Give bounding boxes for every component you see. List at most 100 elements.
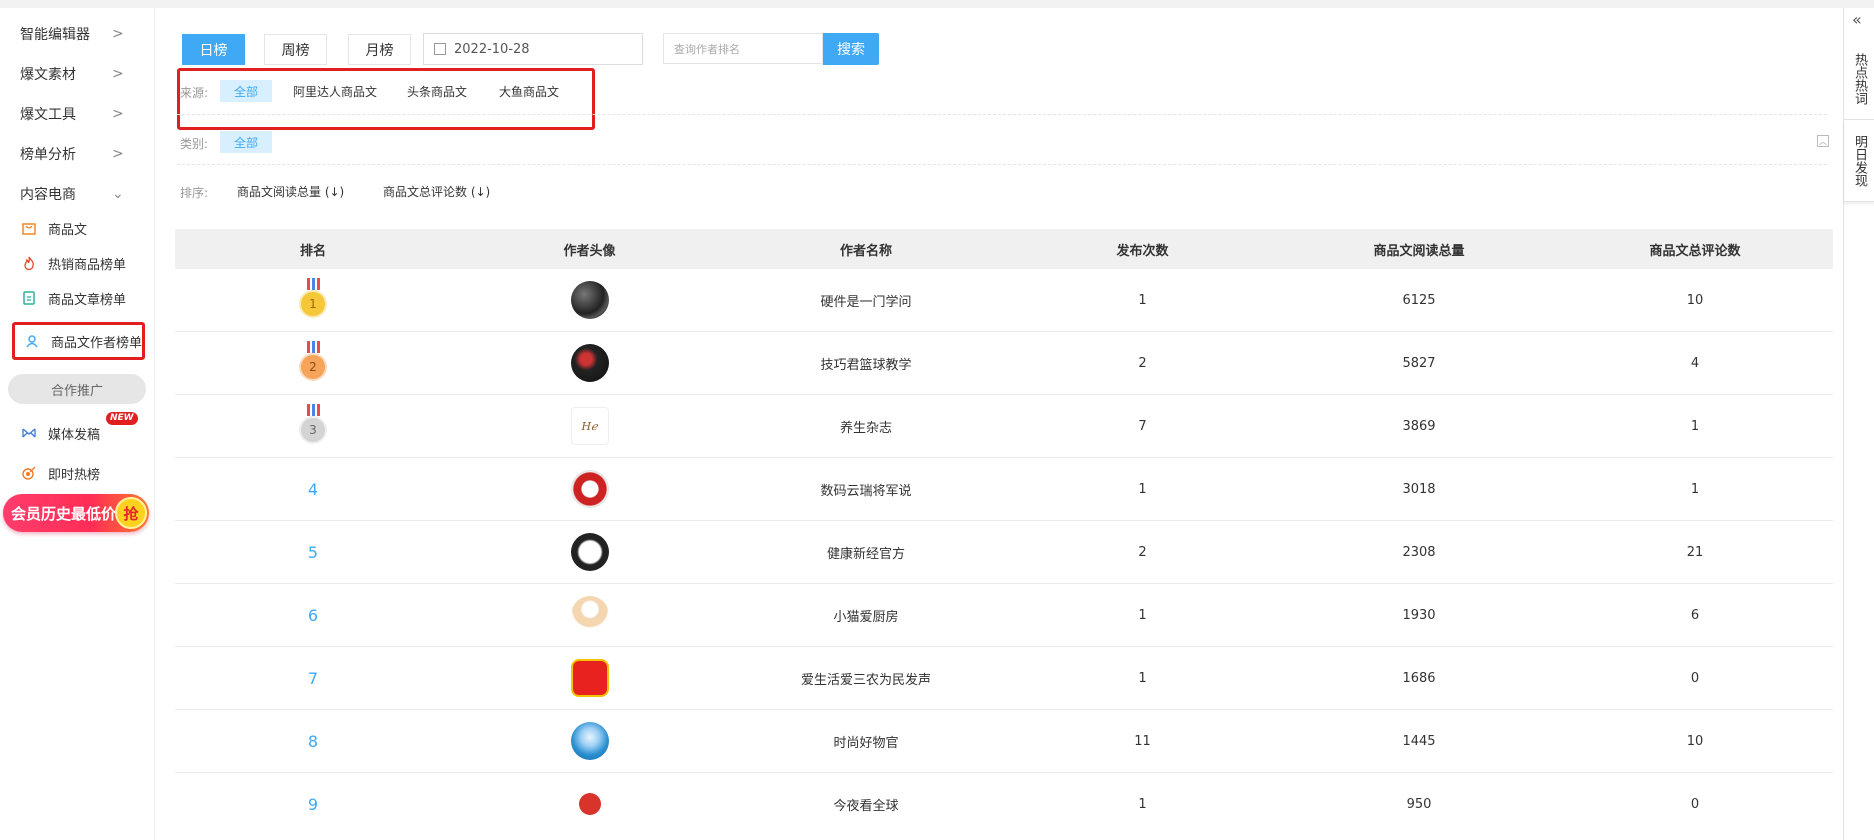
sidebar-menu-label: 内容电商 bbox=[20, 187, 76, 203]
bronze-medal-icon: 3 bbox=[298, 404, 328, 448]
col-posts: 发布次数 bbox=[1116, 243, 1169, 259]
post-count: 1 bbox=[1138, 292, 1147, 308]
read-total: 950 bbox=[1406, 796, 1432, 812]
sidebar-item-hot-products[interactable]: 热销商品榜单 bbox=[12, 246, 145, 280]
author-avatar[interactable]: Hℯ bbox=[570, 407, 609, 445]
sidebar-item-instant-hot[interactable]: 即时热榜 bbox=[12, 456, 145, 490]
author-name[interactable]: 时尚好物官 bbox=[728, 732, 1004, 751]
tab-daily[interactable]: 日榜 bbox=[182, 34, 245, 65]
comment-total: 0 bbox=[1690, 670, 1700, 686]
author-search-input[interactable]: 查询作者排名 bbox=[663, 33, 823, 64]
table-row: 8 时尚好物官 11 1445 10 bbox=[175, 710, 1833, 773]
collapse-rail-icon[interactable]: « bbox=[1852, 10, 1862, 29]
read-total: 2308 bbox=[1402, 544, 1436, 560]
target-icon bbox=[20, 464, 38, 482]
read-total: 5827 bbox=[1402, 355, 1436, 371]
post-count: 1 bbox=[1138, 670, 1147, 686]
author-name[interactable]: 技巧君篮球教学 bbox=[728, 354, 1004, 373]
author-name[interactable]: 小猫爱厨房 bbox=[728, 606, 1004, 625]
author-name[interactable]: 硬件是一门学问 bbox=[728, 291, 1004, 310]
rank-number: 3 bbox=[299, 416, 327, 444]
rank-number: 5 bbox=[307, 542, 319, 562]
sidebar-item-author-ranking[interactable]: 商品文作者榜单 bbox=[12, 322, 145, 360]
category-chip-all[interactable]: 全部 bbox=[220, 131, 273, 153]
table-row: 1 硬件是一门学问 1 6125 10 bbox=[175, 269, 1833, 332]
scroll-clip bbox=[155, 816, 1843, 840]
grab-badge: 抢 bbox=[115, 497, 147, 529]
sidebar-item-label: 媒体发稿 bbox=[48, 427, 101, 443]
author-name[interactable]: 数码云瑞将军说 bbox=[728, 480, 1004, 499]
read-total: 3869 bbox=[1402, 418, 1436, 434]
post-count: 7 bbox=[1138, 418, 1147, 434]
author-name[interactable]: 养生杂志 bbox=[728, 417, 1004, 436]
sidebar-menu-editor[interactable]: 智能编辑器 > bbox=[0, 16, 155, 52]
sidebar-menu-materials[interactable]: 爆文素材 > bbox=[0, 56, 155, 92]
author-avatar[interactable] bbox=[570, 470, 609, 508]
col-comments[interactable]: 商品文总评论数 bbox=[1557, 240, 1833, 259]
calendar-icon bbox=[434, 43, 446, 55]
table-row: 2 技巧君篮球教学 2 5827 4 bbox=[175, 332, 1833, 395]
comment-total: 10 bbox=[1686, 733, 1704, 749]
date-value: 2022-10-28 bbox=[454, 41, 530, 57]
divider bbox=[177, 114, 1827, 115]
col-rank: 排名 bbox=[299, 243, 326, 259]
rank-number: 2 bbox=[299, 353, 327, 381]
sidebar-menu-ranking[interactable]: 榜单分析 > bbox=[0, 136, 155, 172]
search-button[interactable]: 搜索 bbox=[823, 33, 879, 65]
source-filter-highlight bbox=[177, 68, 595, 130]
post-count: 1 bbox=[1138, 796, 1147, 812]
sidebar-item-article-ranking[interactable]: 商品文章榜单 bbox=[12, 281, 145, 315]
author-name[interactable]: 健康新经官方 bbox=[728, 543, 1004, 562]
rail-tab-hot-words[interactable]: 热点热词 bbox=[1844, 38, 1874, 120]
sort-by-reads[interactable]: 商品文阅读总量 (↓) bbox=[223, 180, 358, 202]
comment-total: 0 bbox=[1690, 796, 1700, 812]
flame-icon bbox=[20, 254, 38, 272]
author-ranking-table: 排名 作者头像 作者名称 发布次数 商品文阅读总量 商品文总评论数 1 硬件是一… bbox=[175, 229, 1833, 836]
promotion-section-pill: 合作推广 bbox=[8, 374, 146, 404]
sidebar-menu-label: 爆文工具 bbox=[20, 107, 76, 123]
author-name[interactable]: 爱生活爱三农为民发声 bbox=[728, 669, 1004, 688]
doc-icon bbox=[20, 289, 38, 307]
read-total: 1686 bbox=[1402, 670, 1436, 686]
bag-icon bbox=[20, 219, 38, 237]
author-avatar[interactable] bbox=[578, 793, 601, 815]
right-rail: « 热点热词 明日发现 bbox=[1843, 8, 1874, 840]
sort-label: 排序: bbox=[180, 186, 209, 200]
comment-total: 4 bbox=[1690, 355, 1700, 371]
sidebar-menu-tools[interactable]: 爆文工具 > bbox=[0, 96, 155, 132]
rail-tab-tomorrow[interactable]: 明日发现 bbox=[1844, 120, 1874, 202]
top-divider bbox=[0, 0, 1874, 8]
sidebar-menu-label: 榜单分析 bbox=[20, 147, 76, 163]
col-reads[interactable]: 商品文阅读总量 bbox=[1281, 240, 1557, 259]
read-total: 3018 bbox=[1402, 481, 1436, 497]
rank-number: 6 bbox=[307, 605, 319, 625]
vip-banner-text: 会员历史最低价 bbox=[11, 504, 117, 523]
table-row: 6 小猫爱厨房 1 1930 6 bbox=[175, 584, 1833, 647]
col-name: 作者名称 bbox=[839, 243, 892, 259]
author-avatar[interactable] bbox=[570, 344, 609, 382]
post-count: 1 bbox=[1138, 481, 1147, 497]
author-avatar[interactable] bbox=[570, 722, 609, 760]
sort-by-comments[interactable]: 商品文总评论数 (↓) bbox=[369, 180, 504, 202]
tab-weekly[interactable]: 周榜 bbox=[264, 34, 327, 65]
sidebar-item-label: 商品文作者榜单 bbox=[51, 335, 143, 351]
comment-total: 1 bbox=[1690, 418, 1700, 434]
post-count: 1 bbox=[1138, 607, 1147, 623]
sidebar-item-label: 热销商品榜单 bbox=[48, 257, 127, 273]
tab-monthly[interactable]: 月榜 bbox=[348, 34, 411, 65]
vip-lowest-price-banner[interactable]: 会员历史最低价 抢 bbox=[3, 494, 149, 532]
sidebar-menu-ecommerce[interactable]: 内容电商 ⌄ bbox=[0, 176, 155, 212]
author-avatar[interactable] bbox=[570, 659, 609, 697]
rank-number: 9 bbox=[307, 794, 319, 814]
author-name[interactable]: 今夜看全球 bbox=[728, 795, 1004, 814]
author-avatar[interactable] bbox=[570, 533, 609, 571]
date-picker[interactable]: 2022-10-28 bbox=[423, 33, 643, 65]
gold-medal-icon: 1 bbox=[298, 278, 328, 322]
author-avatar[interactable] bbox=[570, 596, 609, 634]
author-avatar[interactable] bbox=[570, 281, 609, 319]
rank-number: 4 bbox=[307, 479, 319, 499]
read-total: 1930 bbox=[1402, 607, 1436, 623]
collapse-icon[interactable]: ︿ bbox=[1817, 135, 1829, 147]
sidebar-item-product-article[interactable]: 商品文 bbox=[12, 211, 145, 245]
comment-total: 1 bbox=[1690, 481, 1700, 497]
